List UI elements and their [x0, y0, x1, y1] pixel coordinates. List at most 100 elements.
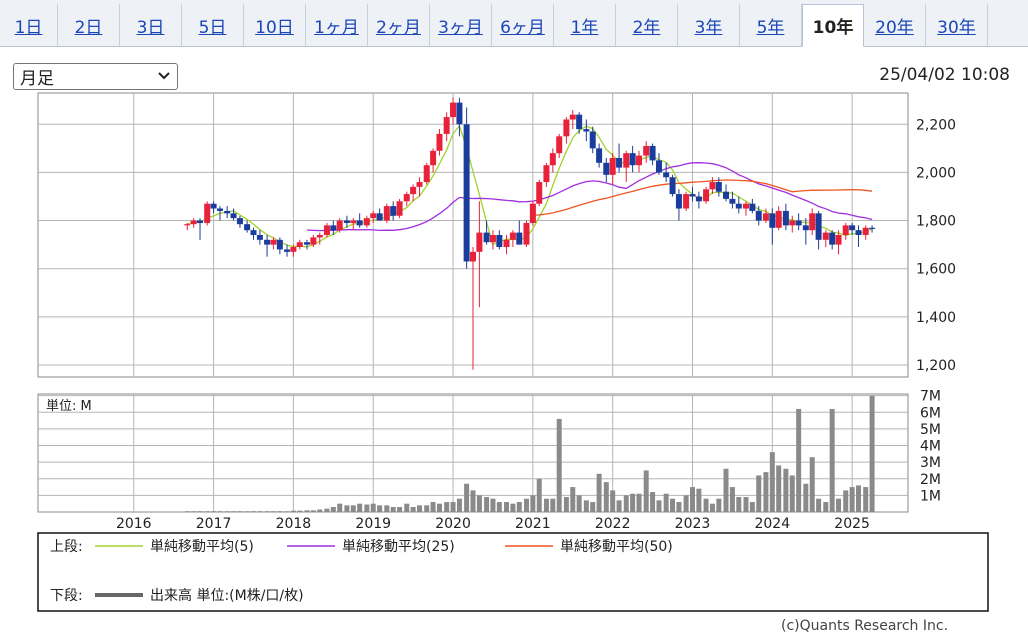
- tab-7[interactable]: 3ヶ月: [430, 4, 492, 46]
- candle-body: [663, 172, 670, 178]
- tab-1[interactable]: 2日: [58, 4, 120, 46]
- volume-bar: [843, 490, 849, 512]
- candle-body: [536, 182, 543, 204]
- x-tick-label: 2025: [834, 516, 870, 532]
- ma5-line: [187, 124, 873, 248]
- legend-volume-label: 出来高 単位:(M株/口/枚): [150, 587, 304, 604]
- volume-bar: [863, 487, 869, 512]
- volume-bar: [344, 505, 350, 512]
- tab-6[interactable]: 2ヶ月: [368, 4, 430, 46]
- volume-bar: [696, 488, 702, 512]
- volume-bar: [676, 502, 682, 512]
- candle-body: [675, 194, 682, 209]
- volume-bar: [756, 475, 762, 512]
- tab-11[interactable]: 3年: [678, 4, 740, 46]
- legend-upper-label: 上段:: [50, 539, 83, 555]
- candle-body: [450, 102, 457, 118]
- volume-bar: [803, 483, 809, 512]
- volume-bar: [583, 500, 589, 512]
- candle-body: [636, 155, 643, 166]
- candle-body: [250, 230, 257, 235]
- candle-body: [623, 153, 630, 168]
- volume-tick-label: 5M: [920, 422, 941, 438]
- candle-body: [802, 225, 809, 231]
- volume-bar: [244, 511, 250, 512]
- volume-bar: [763, 472, 769, 512]
- volume-bar: [543, 498, 549, 512]
- volume-bar: [496, 502, 502, 512]
- volume-bar: [456, 498, 462, 512]
- tab-3[interactable]: 5日: [182, 4, 244, 46]
- volume-bar: [384, 505, 390, 512]
- tab-12[interactable]: 5年: [740, 4, 802, 46]
- tab-15[interactable]: 30年: [926, 4, 988, 46]
- volume-bar: [570, 487, 576, 512]
- volume-bar: [337, 503, 343, 512]
- candle-body: [410, 186, 417, 195]
- volume-bar: [317, 509, 323, 512]
- volume-bar: [596, 473, 602, 512]
- candle-body: [822, 232, 829, 240]
- tab-14[interactable]: 20年: [864, 4, 926, 46]
- candle-body: [755, 210, 762, 221]
- candle-body: [416, 182, 423, 187]
- volume-bar: [650, 492, 656, 512]
- period-select[interactable]: 月足: [13, 63, 178, 90]
- volume-bar: [516, 502, 522, 512]
- volume-bar: [417, 505, 423, 512]
- tab-13[interactable]: 10年: [802, 4, 864, 47]
- tab-10[interactable]: 2年: [616, 4, 678, 46]
- price-tick-label: 1,200: [916, 358, 956, 374]
- legend-label-0: 単純移動平均(5): [150, 539, 254, 555]
- tab-2[interactable]: 3日: [120, 4, 182, 46]
- volume-bar: [869, 395, 875, 512]
- candle-body: [210, 203, 217, 209]
- candle-body: [503, 239, 510, 248]
- candle-body: [603, 162, 610, 175]
- volume-bar: [523, 498, 529, 512]
- tab-4[interactable]: 10日: [244, 4, 306, 46]
- volume-bar: [364, 504, 370, 512]
- candle-body: [576, 114, 583, 130]
- candle-body: [496, 235, 503, 248]
- candle-body: [862, 227, 869, 235]
- volume-bar: [251, 511, 257, 512]
- volume-bar: [856, 485, 862, 512]
- tab-9[interactable]: 1年: [554, 4, 616, 46]
- volume-bar: [749, 502, 755, 512]
- volume-bar: [211, 511, 217, 512]
- candle-body: [303, 242, 310, 245]
- tab-5[interactable]: 1ヶ月: [306, 4, 368, 46]
- volume-panel: [37, 393, 909, 513]
- x-tick-label: 2023: [675, 516, 711, 532]
- volume-bar: [789, 475, 795, 512]
- volume-bar: [709, 503, 715, 512]
- candle-body: [316, 235, 323, 238]
- candle-body: [476, 232, 483, 252]
- candle-body: [749, 203, 756, 211]
- volume-bar: [683, 495, 689, 512]
- volume-tick-label: 7M: [920, 389, 941, 405]
- candle-body: [869, 227, 876, 229]
- candle-body: [310, 237, 317, 245]
- volume-bar: [257, 511, 263, 512]
- tab-0[interactable]: 1日: [0, 4, 58, 46]
- volume-bar: [703, 498, 709, 512]
- candle-body: [343, 220, 350, 223]
- tab-8[interactable]: 6ヶ月: [492, 4, 554, 46]
- candle-body: [216, 208, 223, 211]
- volume-bar: [184, 511, 190, 512]
- volume-bar: [623, 495, 629, 512]
- candle-body: [589, 131, 596, 149]
- candle-body: [549, 153, 556, 166]
- volume-bar: [504, 502, 510, 512]
- volume-bar: [330, 507, 336, 512]
- candle-body: [829, 232, 836, 245]
- volume-bar: [643, 470, 649, 512]
- volume-bar: [576, 495, 582, 512]
- volume-bar: [290, 510, 296, 512]
- volume-bar: [217, 511, 223, 512]
- volume-bar: [836, 498, 842, 512]
- candle-body: [782, 210, 789, 226]
- volume-bar: [729, 487, 735, 512]
